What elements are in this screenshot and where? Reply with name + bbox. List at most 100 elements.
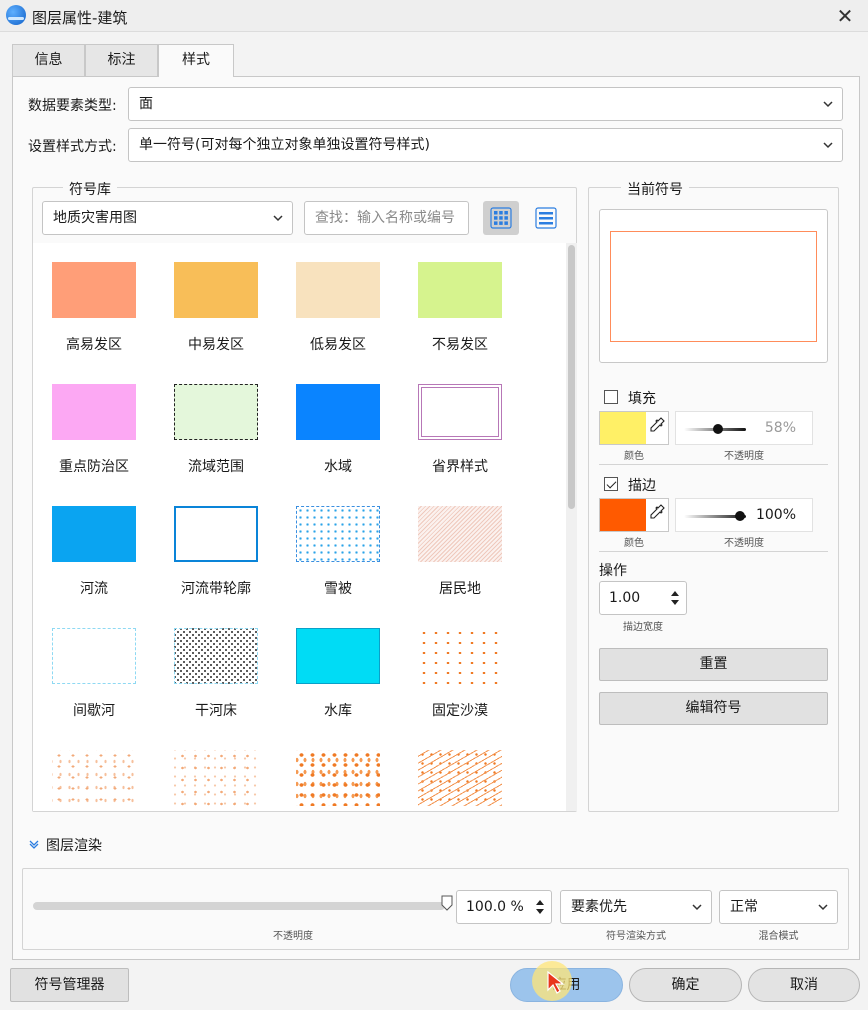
symbol-swatch (418, 506, 502, 562)
current-symbol-title: 当前符号 (621, 179, 689, 199)
symbol-item[interactable] (33, 731, 155, 811)
chevron-down-icon (692, 904, 702, 911)
symbol-swatch (52, 262, 136, 318)
chevron-down-icon (823, 142, 833, 149)
symbol-item[interactable] (399, 731, 521, 811)
tab-annotation[interactable]: 标注 (85, 44, 158, 76)
chevron-down-icon (273, 215, 283, 222)
stroke-width-caption: 描边宽度 (623, 622, 663, 633)
symbol-swatch (174, 384, 258, 440)
scrollbar-thumb[interactable] (568, 245, 575, 509)
symbol-swatch (174, 262, 258, 318)
symbol-label: 居民地 (439, 581, 481, 597)
symbol-item[interactable]: 不易发区 (399, 243, 521, 365)
ok-button[interactable]: 确定 (629, 968, 742, 1002)
eyedropper-icon[interactable] (647, 412, 669, 444)
stroke-opacity-value: 100% (755, 507, 796, 523)
stroke-opacity-slider[interactable]: 100% (675, 498, 813, 532)
window-title: 图层属性-建筑 (32, 9, 128, 27)
symbol-item[interactable]: 水库 (277, 609, 399, 731)
symbol-library-title: 符号库 (63, 179, 117, 199)
blend-mode-value: 正常 (730, 899, 758, 915)
cursor-icon (547, 970, 565, 994)
spinner-arrows-icon[interactable] (670, 589, 680, 607)
symbol-label: 不易发区 (432, 337, 488, 353)
stroke-color-caption: 颜色 (624, 538, 644, 549)
cancel-button[interactable]: 取消 (748, 968, 860, 1002)
symbol-swatch (174, 750, 258, 806)
symbol-item[interactable] (155, 731, 277, 811)
render-opacity-handle[interactable] (441, 895, 453, 911)
fill-opacity-caption: 不透明度 (724, 451, 764, 462)
symbol-grid-scrollbar[interactable] (566, 243, 577, 811)
fill-color-picker[interactable] (599, 411, 669, 445)
symbol-item[interactable]: 中易发区 (155, 243, 277, 365)
symbol-label: 雪被 (324, 581, 352, 597)
symbol-item[interactable]: 居民地 (399, 487, 521, 609)
symbol-swatch (52, 750, 136, 806)
list-view-icon (535, 207, 557, 229)
edit-symbol-button[interactable]: 编辑符号 (599, 692, 828, 725)
symbol-item[interactable]: 雪被 (277, 487, 399, 609)
symbol-item[interactable]: 干河床 (155, 609, 277, 731)
symbol-item[interactable]: 低易发区 (277, 243, 399, 365)
stroke-checkbox[interactable] (604, 477, 618, 491)
symbol-item[interactable]: 间歇河 (33, 609, 155, 731)
layer-render-title[interactable]: 图层渲染 (46, 835, 102, 855)
category-select[interactable]: 地质灾害用图 (42, 201, 293, 235)
fill-opacity-slider[interactable]: 58% (675, 411, 813, 445)
symbol-label: 干河床 (195, 703, 237, 719)
symbol-item[interactable]: 高易发区 (33, 243, 155, 365)
style-mode-label: 设置样式方式: (28, 139, 117, 155)
render-mode-select[interactable]: 要素优先 (560, 890, 712, 924)
list-view-button[interactable] (528, 201, 564, 235)
stroke-opacity-knob[interactable] (735, 511, 745, 521)
reset-button[interactable]: 重置 (599, 648, 828, 681)
data-type-select[interactable]: 面 (128, 87, 843, 121)
grid-view-button[interactable] (483, 201, 519, 235)
blend-mode-select[interactable]: 正常 (719, 890, 838, 924)
chevron-down-icon[interactable] (28, 838, 40, 850)
eyedropper-icon[interactable] (647, 499, 669, 531)
tab-style[interactable]: 样式 (158, 44, 234, 77)
stroke-width-spinner[interactable]: 1.00 (599, 581, 687, 615)
data-type-value: 面 (139, 96, 153, 112)
symbol-item[interactable]: 水域 (277, 365, 399, 487)
stroke-width-value: 1.00 (609, 590, 641, 606)
app-icon (6, 5, 26, 25)
symbol-item[interactable]: 河流带轮廓 (155, 487, 277, 609)
fill-checkbox[interactable] (604, 390, 618, 404)
symbol-swatch (418, 750, 502, 806)
stroke-color-picker[interactable] (599, 498, 669, 532)
symbol-swatch (296, 384, 380, 440)
render-opacity-spinner[interactable]: 100.0 % (456, 890, 552, 924)
symbol-swatch (418, 262, 502, 318)
symbol-label: 水域 (324, 459, 352, 475)
tab-info[interactable]: 信息 (12, 44, 85, 76)
fill-opacity-knob[interactable] (713, 424, 723, 434)
symbol-item[interactable]: 重点防治区 (33, 365, 155, 487)
grid-view-icon (490, 207, 512, 229)
stroke-label: 描边 (628, 478, 656, 494)
symbol-item[interactable]: 固定沙漠 (399, 609, 521, 731)
symbol-swatch (174, 628, 258, 684)
symbol-label: 河流 (80, 581, 108, 597)
symbol-label: 间歇河 (73, 703, 115, 719)
symbol-item[interactable]: 省界样式 (399, 365, 521, 487)
symbol-item[interactable]: 流域范围 (155, 365, 277, 487)
symbol-label: 低易发区 (310, 337, 366, 353)
symbol-manager-button[interactable]: 符号管理器 (10, 968, 129, 1002)
spinner-arrows-icon[interactable] (535, 898, 545, 916)
symbol-item[interactable] (277, 731, 399, 811)
fill-label: 填充 (628, 391, 656, 407)
render-opacity-slider[interactable] (33, 902, 445, 910)
symbol-label: 重点防治区 (59, 459, 129, 475)
symbol-swatch (418, 384, 502, 440)
style-mode-select[interactable]: 单一符号(可对每个独立对象单独设置符号样式) (128, 128, 843, 162)
divider (599, 464, 828, 465)
close-icon[interactable]: ✕ (822, 0, 868, 32)
symbol-search-input[interactable]: 查找：输入名称或编号 (304, 201, 469, 235)
symbol-swatch (296, 750, 380, 806)
symbol-swatch (296, 628, 380, 684)
symbol-item[interactable]: 河流 (33, 487, 155, 609)
